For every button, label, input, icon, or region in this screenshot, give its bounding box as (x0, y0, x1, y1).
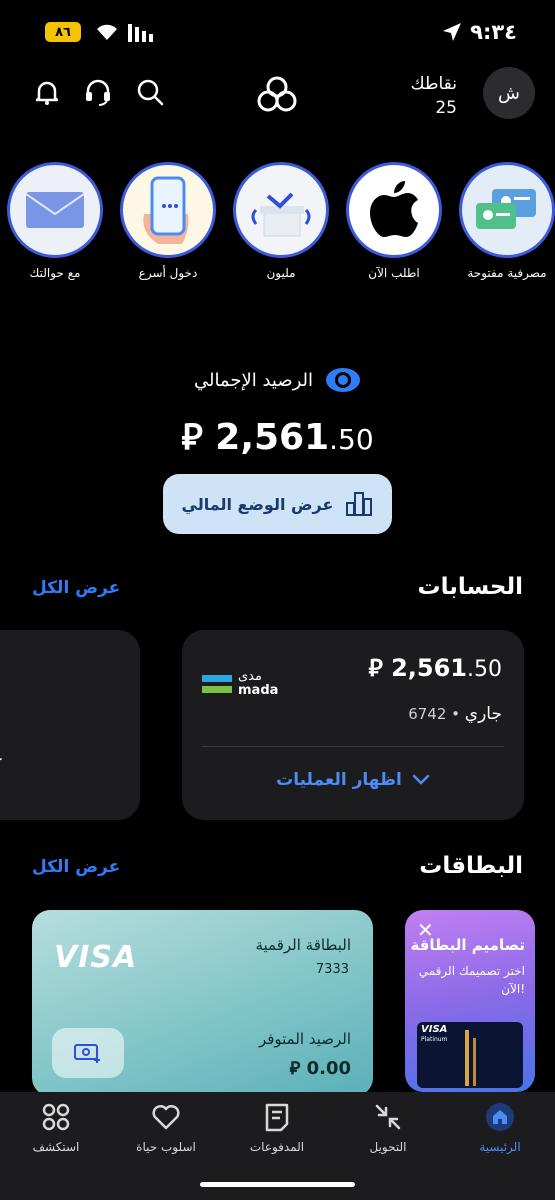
gift-box-image (233, 162, 329, 258)
accounts-title: الحسابات (417, 574, 523, 600)
mada-en-text: mada (238, 683, 279, 698)
home-indicator (200, 1182, 355, 1187)
search-icon[interactable] (136, 78, 164, 110)
peek-text: ح (0, 740, 2, 761)
bell-icon[interactable] (33, 78, 61, 110)
balance-decimal: .50 (329, 423, 374, 456)
battery-indicator: ٨٦ (45, 22, 81, 42)
account-balance: ⃁ 2,561.50 (368, 652, 502, 683)
available-balance-label: الرصيد المتوفر (258, 1030, 351, 1048)
transfer-icon (338, 1102, 438, 1132)
riyal-symbol: ⃁ (289, 1058, 301, 1079)
cards-view-all-link[interactable]: عرض الكل (32, 857, 120, 877)
balance-title: الرصيد الإجمالي (193, 369, 314, 391)
bar-chart-icon (346, 492, 373, 516)
status-time: ٩:٣٤ (442, 20, 517, 44)
story-label: مليون (266, 266, 296, 280)
story-million[interactable]: مليون (233, 162, 329, 280)
add-money-button[interactable] (52, 1028, 124, 1078)
mada-ar-text: مدى (238, 669, 262, 684)
phone-hand-image (120, 162, 216, 258)
open-banking-image (459, 162, 555, 258)
home-icon (450, 1102, 550, 1132)
add-money-icon (74, 1044, 100, 1063)
story-order-now[interactable]: اطلب الآن (346, 162, 442, 280)
mini-platinum-label: Platinum (421, 1036, 448, 1043)
digital-visa-card[interactable]: VISA البطاقة الرقمية 7333 الرصيد المتوفر… (32, 910, 373, 1096)
show-transactions-toggle[interactable]: اظهار العمليات (182, 770, 524, 790)
account-card-peek[interactable]: ح (0, 630, 140, 820)
riyal-symbol: ⃁ (181, 417, 203, 458)
promo-subtitle: اختر تصميمك الرقمي الآن! (418, 964, 525, 996)
show-transactions-label: اظهار العمليات (276, 770, 402, 790)
card-name: البطاقة الرقمية (255, 936, 351, 954)
location-icon (443, 23, 462, 41)
nav-transfer[interactable]: التحويل (338, 1102, 438, 1154)
riyal-symbol: ⃁ (368, 654, 383, 682)
card-design-promo[interactable]: ✕ تصاميم البطاقة اختر تصميمك الرقمي الآن… (405, 910, 535, 1092)
support-icon[interactable] (84, 78, 112, 110)
account-balance-decimal: .50 (467, 657, 502, 682)
points-display[interactable]: نقاطك 25 (411, 72, 457, 120)
total-balance: ⃁ 2,561.50 (0, 412, 555, 459)
signal-icon (128, 24, 156, 46)
account-number: 6742 (408, 705, 447, 723)
promo-title: تصاميم البطاقة (410, 936, 526, 954)
balance-main: 2,561 (215, 417, 330, 458)
explore-icon (6, 1102, 106, 1132)
card-design-image: VISA Platinum (417, 1022, 523, 1088)
eye-icon[interactable] (325, 366, 361, 394)
story-label: اطلب الآن (368, 266, 420, 280)
nav-payments[interactable]: المدفوعات (227, 1102, 327, 1154)
nav-label: استكشف (32, 1140, 80, 1154)
apple-logo-icon (346, 162, 442, 258)
accounts-view-all-link[interactable]: عرض الكل (32, 578, 120, 598)
mini-visa-logo: VISA (421, 1024, 448, 1035)
story-open-banking[interactable]: مصرفية مفتوحة (459, 162, 555, 280)
battery-level: ٨٦ (55, 24, 71, 40)
available-balance: ⃁ 0.00 (290, 1056, 351, 1079)
points-label: نقاطك (410, 74, 457, 94)
avatar[interactable]: ش (483, 67, 535, 119)
financial-status-button[interactable]: عرض الوضع المالي (163, 474, 392, 534)
account-info: 6742 • جاري (408, 704, 502, 724)
payments-icon (227, 1102, 327, 1132)
account-type: جاري (464, 704, 502, 724)
story-faster-login[interactable]: دخول أسرع (120, 162, 216, 280)
visa-logo: VISA (54, 940, 138, 975)
clock-text: ٩:٣٤ (470, 20, 517, 44)
story-label: دخول أسرع (138, 266, 198, 280)
story-label: مصرفية مفتوحة (467, 266, 547, 280)
financial-button-label: عرض الوضع المالي (181, 494, 334, 514)
account-balance-main: 2,561 (391, 654, 467, 682)
avatar-initial: ش (498, 82, 520, 104)
points-value: 25 (435, 98, 457, 118)
nav-label: الرئيسية (479, 1140, 521, 1154)
nav-lifestyle[interactable]: اسلوب حياة (116, 1102, 216, 1154)
account-card[interactable]: ⃁ 2,561.50 6742 • جاري مدى mada اظهار ال… (182, 630, 524, 820)
nav-label: المدفوعات (249, 1140, 305, 1154)
story-with-transfer[interactable]: مع حوالتك (7, 162, 103, 280)
heart-icon (116, 1102, 216, 1132)
available-balance-value: 0.00 (306, 1058, 351, 1079)
balance-header: الرصيد الإجمالي (0, 366, 555, 394)
story-label: مع حوالتك (29, 266, 81, 280)
cards-title: البطاقات (419, 853, 523, 879)
nav-explore[interactable]: استكشف (6, 1102, 106, 1154)
nav-label: اسلوب حياة (136, 1140, 196, 1154)
app-logo (255, 74, 299, 118)
divider (202, 746, 504, 747)
mada-logo: مدى mada (202, 670, 278, 698)
nav-home[interactable]: الرئيسية (450, 1102, 550, 1154)
nav-label: التحويل (369, 1140, 407, 1154)
chevron-down-icon (412, 774, 430, 785)
wifi-icon (94, 22, 120, 46)
card-number: 7333 (315, 962, 349, 977)
envelope-image (7, 162, 103, 258)
